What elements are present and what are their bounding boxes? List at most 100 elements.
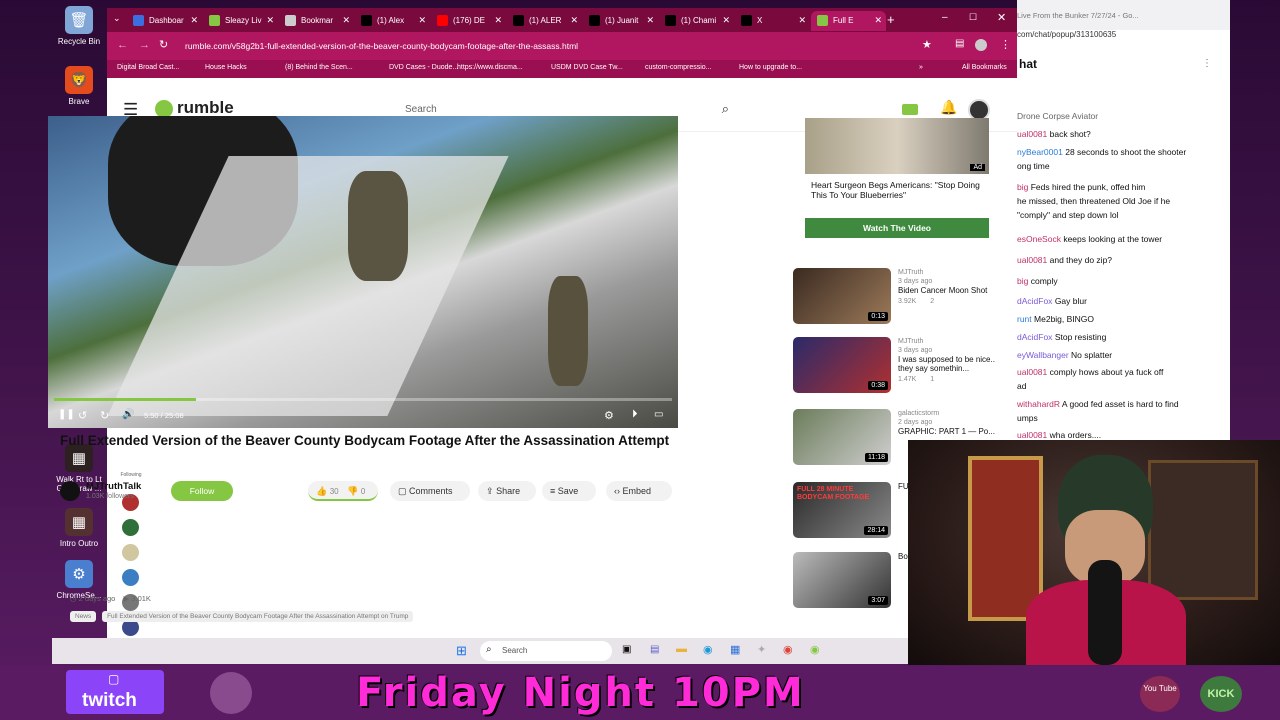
embed-button[interactable]: ‹› Embed [606,481,672,501]
bookmark-star-icon[interactable]: ★ [922,38,932,51]
bookmark-item[interactable]: » [919,64,923,71]
browser-tab[interactable]: (1) Juanit ✕ [583,11,658,31]
autoplay-icon[interactable]: ⏵ [632,408,638,421]
tab-close-icon[interactable]: ✕ [418,15,426,26]
pause-icon[interactable]: ❚❚ [58,409,75,420]
tab-close-icon[interactable]: ✕ [722,15,730,26]
tab-close-icon[interactable]: ✕ [494,15,502,26]
chat-username[interactable]: withahardR [1017,399,1060,409]
bookmark-item[interactable]: custom-compressio... [645,64,712,71]
following-avatar[interactable] [122,519,139,536]
browser-tab[interactable]: Dashboar ✕ [127,11,202,31]
related-thumbnail[interactable]: 11:18 [793,409,891,465]
teams-icon[interactable]: ▤ [650,644,659,655]
forward-icon[interactable]: → [139,39,150,51]
task-view-icon[interactable]: ▣ [622,644,631,655]
browser-tab[interactable]: Bookmar ✕ [279,11,354,31]
bookmark-item[interactable]: https://www.discma... [457,64,523,71]
chat-username[interactable]: big [1017,182,1028,192]
related-title[interactable]: Biden Cancer Moon Shot [898,286,1010,295]
save-button[interactable]: ≡ Save [542,481,596,501]
chat-username[interactable]: dAcidFox [1017,296,1052,306]
bookmark-item[interactable]: DVD Cases - Duode... [389,64,458,71]
chat-username[interactable]: ual0081 [1017,367,1047,377]
search-icon[interactable]: ⌕ [722,101,729,117]
reload-icon[interactable]: ↻ [159,38,168,51]
fullscreen-icon[interactable]: ⛶ [704,408,712,421]
bookmark-item[interactable]: All Bookmarks [962,64,1007,71]
theater-mode-icon[interactable]: ▬ [680,409,690,420]
rewind-icon[interactable]: ↺ [78,409,87,422]
tab-close-icon[interactable]: ✕ [874,15,882,26]
video-player[interactable] [48,116,678,428]
channel-name[interactable]: MJTruthTalk [86,481,141,492]
tab-close-icon[interactable]: ✕ [190,15,198,26]
miniplayer-icon[interactable]: ▭ [654,409,663,420]
bookmark-item[interactable]: Digital Broad Cast... [117,64,179,71]
upload-video-icon[interactable] [902,104,918,115]
windows-start-icon[interactable]: ⊞ [456,643,467,659]
related-video-card[interactable]: 0:13 MJTruth 3 days ago Biden Cancer Moon S… [793,268,1013,328]
chat-username[interactable]: nyBear0001 [1017,147,1063,157]
ad-headline[interactable]: Heart Surgeon Begs Americans: "Stop Doin… [811,180,987,200]
follow-button[interactable]: Follow [171,481,233,501]
rumble-logo[interactable]: rumble [177,98,234,118]
tab-close-icon[interactable]: ✕ [646,15,654,26]
share-button[interactable]: ⇪ Share [478,481,536,501]
chat-username[interactable]: eyWallbanger [1017,350,1069,360]
browser-tab[interactable]: (1) ALER ✕ [507,11,582,31]
taskbar-search[interactable]: ⌕ Search [480,641,612,661]
file-explorer-icon[interactable]: ▬ [676,643,687,655]
browser-tab[interactable]: Full E ✕ [811,11,886,31]
related-channel[interactable]: galacticstorm [898,409,1010,418]
notifications-bell-icon[interactable]: 🔔 [940,99,957,116]
store-icon[interactable]: ▦ [730,643,740,656]
thumbs-down-icon[interactable]: 👎 [347,486,358,496]
chat-menu-icon[interactable]: ⋮ [1202,58,1212,69]
related-title[interactable]: I was supposed to be nice.. they say som… [898,355,1010,373]
bookmark-item[interactable]: How to upgrade to... [739,64,802,71]
related-video-card[interactable]: 0:38 MJTruth 3 days ago I was supposed to b… [793,337,1013,397]
chat-username[interactable]: runt [1017,314,1032,324]
menu-dots-icon[interactable]: ⋮ [1000,38,1011,51]
ad-cta-button[interactable]: Watch The Video [805,218,989,238]
related-thumbnail[interactable]: 0:38 [793,337,891,393]
chat-username[interactable]: ual0081 [1017,129,1047,139]
maximize-button[interactable]: ☐ [969,12,977,23]
tab-close-icon[interactable]: ✕ [342,15,350,26]
rumble-taskbar-icon[interactable]: ◉ [810,643,820,656]
bookmark-item[interactable]: House Hacks [205,64,247,71]
following-avatar[interactable] [122,544,139,561]
desktop-icon[interactable]: ▦ Intro Outro [52,508,106,548]
progress-bar[interactable] [54,398,672,401]
browser-tab[interactable]: X ✕ [735,11,810,31]
like-dislike-control[interactable]: 👍 30 👎 0 [308,481,378,501]
tab-close-icon[interactable]: ✕ [266,15,274,26]
bookmark-item[interactable]: (8) Behind the Scen... [285,64,353,71]
browser-tab[interactable]: Sleazy Liv ✕ [203,11,278,31]
extensions-icon[interactable]: ▤ [955,38,964,49]
sponsored-ad[interactable]: Ad Heart Surgeon Begs Americans: "Stop D… [805,118,989,240]
new-tab-button[interactable]: + [887,12,895,27]
browser-tab[interactable]: (1) Chami ✕ [659,11,734,31]
close-window-button[interactable]: ✕ [997,11,1006,24]
category-tag[interactable]: News [70,611,97,622]
bookmark-item[interactable]: USDM DVD Case Tw... [551,64,623,71]
tab-search-button[interactable]: ⌄ [113,13,121,24]
edge-taskbar-icon[interactable]: ◉ [703,643,713,656]
channel-avatar[interactable] [60,481,80,501]
description-tag[interactable]: Full Extended Version of the Beaver Coun… [102,611,414,622]
forward-skip-icon[interactable]: ↻ [100,409,109,422]
app-icon[interactable]: ✦ [757,643,766,656]
chat-username[interactable]: ual0081 [1017,255,1047,265]
minimize-button[interactable]: – [942,12,948,23]
browser-tab[interactable]: (1) Alex ✕ [355,11,430,31]
profile-icon[interactable] [975,39,987,51]
desktop-icon[interactable]: 🦁 Brave [52,66,106,106]
chat-username[interactable]: big [1017,276,1028,286]
browser-tab[interactable]: (176) DE ✕ [431,11,506,31]
chat-username[interactable]: ual0081 [1017,430,1047,440]
desktop-icon[interactable]: 🗑 Recycle Bin [52,6,106,46]
tab-close-icon[interactable]: ✕ [798,15,806,26]
tab-close-icon[interactable]: ✕ [570,15,578,26]
